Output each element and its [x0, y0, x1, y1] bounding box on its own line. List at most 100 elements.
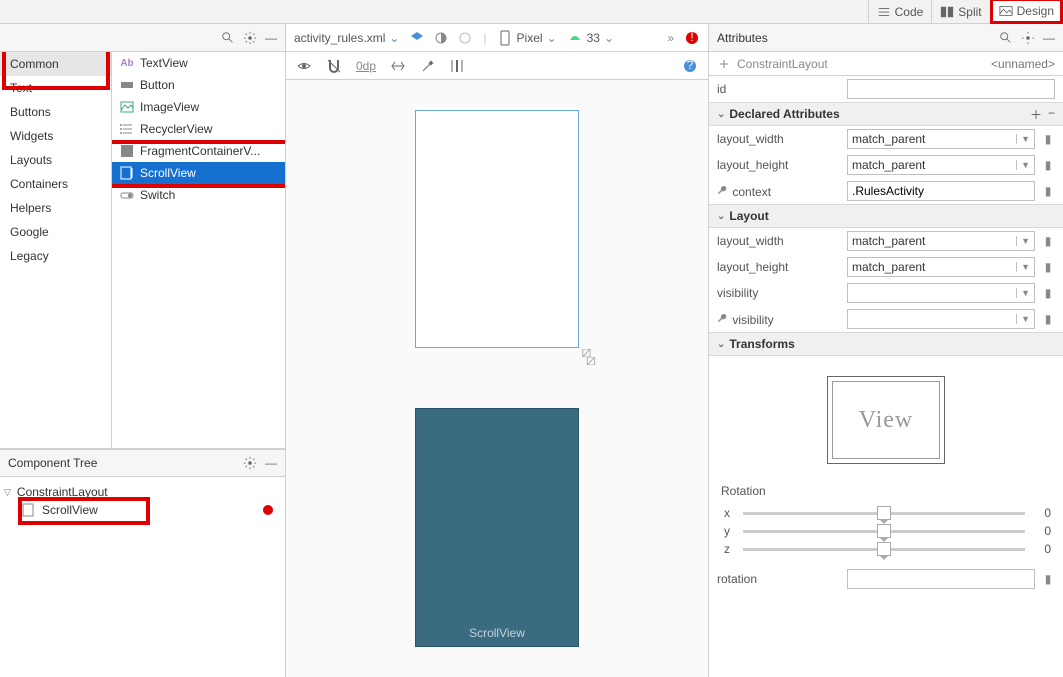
blueprint-surface[interactable]: ScrollView — [415, 408, 579, 647]
attr-combo[interactable]: match_parent▼ — [847, 129, 1035, 149]
palette-item-imageview[interactable]: ImageView — [112, 96, 285, 118]
axis-label: z — [721, 542, 733, 556]
search-icon[interactable] — [999, 31, 1013, 45]
section-transforms[interactable]: ⌄ Transforms — [709, 332, 1063, 356]
gear-icon[interactable] — [243, 31, 257, 45]
more-icon[interactable]: ▮ — [1041, 184, 1055, 198]
palette-cat-widgets[interactable]: Widgets — [0, 124, 111, 148]
search-icon[interactable] — [221, 31, 235, 45]
magnet-icon[interactable] — [326, 58, 342, 74]
tree-child-scrollview[interactable]: ScrollView — [22, 501, 281, 519]
section-declared[interactable]: ⌄ Declared Attributes ＋− — [709, 102, 1063, 126]
slider-thumb[interactable] — [877, 542, 891, 556]
component-tree: ▽ ConstraintLayout ScrollView — [0, 477, 285, 677]
error-badge-icon[interactable]: ! — [684, 30, 700, 46]
gear-icon[interactable] — [243, 456, 257, 470]
error-icon[interactable] — [263, 505, 273, 515]
palette-item-switch[interactable]: Switch — [112, 184, 285, 206]
palette-cat-common[interactable]: Common — [0, 52, 111, 76]
attr-combo[interactable]: match_parent▼ — [847, 257, 1035, 277]
slider-thumb[interactable] — [877, 506, 891, 520]
collapse-icon[interactable]: — — [1043, 31, 1055, 45]
palette-item-button[interactable]: Button — [112, 74, 285, 96]
eye-icon[interactable] — [296, 58, 312, 74]
help-icon[interactable]: ? — [682, 58, 698, 74]
wand-icon[interactable] — [420, 58, 436, 74]
palette-item-scrollview[interactable]: ScrollView — [112, 162, 285, 184]
layers-icon[interactable] — [409, 30, 425, 46]
chevron-down-icon: ▼ — [1016, 288, 1030, 298]
more-icon[interactable]: ▮ — [1041, 260, 1055, 274]
design-icon — [999, 4, 1013, 18]
attr-row: layout_heightmatch_parent▼▮ — [709, 152, 1063, 178]
attr-breadcrumb[interactable]: ConstraintLayout — [737, 57, 828, 71]
slider-track[interactable] — [743, 548, 1025, 551]
slider-track[interactable] — [743, 512, 1025, 515]
attr-combo[interactable]: ▼ — [847, 309, 1035, 329]
more-icon[interactable]: ▮ — [1041, 572, 1055, 586]
attr-rotation-label: rotation — [717, 572, 841, 586]
textview-icon: Ab — [120, 56, 134, 70]
tree-child-label: ScrollView — [42, 503, 98, 517]
palette-item-fragment[interactable]: FragmentContainerV... — [112, 140, 285, 162]
more-icon[interactable]: » — [667, 31, 674, 45]
attr-label: visibility — [717, 312, 841, 327]
more-icon[interactable]: ▮ — [1041, 234, 1055, 248]
more-icon[interactable]: ▮ — [1041, 312, 1055, 326]
resize-handle[interactable]: ⧄ ⧄ — [581, 349, 596, 365]
gear-icon[interactable] — [1021, 31, 1035, 45]
more-icon[interactable]: ▮ — [1041, 286, 1055, 300]
palette-cat-buttons[interactable]: Buttons — [0, 100, 111, 124]
mode-design-label: Design — [1017, 4, 1054, 18]
more-icon[interactable]: ▮ — [1041, 132, 1055, 146]
file-tab[interactable]: activity_rules.xml ⌄ — [294, 31, 399, 45]
palette-cat-layouts[interactable]: Layouts — [0, 148, 111, 172]
chevron-down-icon: ⌄ — [717, 109, 725, 120]
mode-split[interactable]: Split — [931, 0, 989, 23]
design-surface[interactable]: ⧄ ⧄ — [415, 110, 579, 348]
attr-row: context▮ — [709, 178, 1063, 204]
attr-input[interactable] — [847, 181, 1035, 201]
remove-attr-icon[interactable]: − — [1048, 106, 1055, 123]
add-attr-icon[interactable]: ＋ — [1030, 106, 1042, 123]
accessibility-icon[interactable] — [457, 30, 473, 46]
attr-id-input[interactable] — [847, 79, 1055, 99]
design-canvas[interactable]: ⧄ ⧄ ScrollView — [286, 80, 708, 677]
palette-item-recyclerview[interactable]: RecyclerView — [112, 118, 285, 140]
device-selector[interactable]: Pixel ⌄ — [497, 30, 557, 46]
attr-row: visibility ▼ ▮ — [709, 306, 1063, 332]
device-icon — [497, 30, 513, 46]
clear-constraints-icon[interactable] — [390, 58, 406, 74]
collapse-icon[interactable]: — — [265, 31, 277, 45]
palette-item-textview[interactable]: AbTextView — [112, 52, 285, 74]
palette-cat-google[interactable]: Google — [0, 220, 111, 244]
mode-design[interactable]: Design — [990, 0, 1063, 24]
section-layout[interactable]: ⌄ Layout — [709, 204, 1063, 228]
pal-item-label: Switch — [140, 188, 175, 202]
theme-icon[interactable] — [433, 30, 449, 46]
default-margin[interactable]: 0dp — [356, 59, 376, 73]
rotation-slider-z[interactable]: z0 — [709, 540, 1063, 558]
palette-cat-helpers[interactable]: Helpers — [0, 196, 111, 220]
attr-label: layout_width — [717, 132, 841, 146]
tree-root[interactable]: ▽ ConstraintLayout — [4, 483, 281, 501]
palette-cat-legacy[interactable]: Legacy — [0, 244, 111, 268]
palette-cat-containers[interactable]: Containers — [0, 172, 111, 196]
attr-combo[interactable]: match_parent▼ — [847, 155, 1035, 175]
api-selector[interactable]: 33 ⌄ — [567, 30, 614, 46]
slider-value: 0 — [1035, 542, 1051, 556]
rotation-slider-x[interactable]: x0 — [709, 504, 1063, 522]
attr-row: layout_width match_parent▼ ▮ — [709, 126, 1063, 152]
attr-combo[interactable]: match_parent▼ — [847, 231, 1035, 251]
guideline-icon[interactable] — [450, 58, 466, 74]
attr-rotation-input[interactable] — [847, 569, 1035, 589]
rotation-slider-y[interactable]: y0 — [709, 522, 1063, 540]
list-icon — [120, 122, 134, 136]
slider-track[interactable] — [743, 530, 1025, 533]
palette-cat-text[interactable]: Text — [0, 76, 111, 100]
attr-combo[interactable]: ▼ — [847, 283, 1035, 303]
more-icon[interactable]: ▮ — [1041, 158, 1055, 172]
mode-code[interactable]: Code — [868, 0, 932, 23]
collapse-icon[interactable]: — — [265, 456, 277, 470]
slider-thumb[interactable] — [877, 524, 891, 538]
